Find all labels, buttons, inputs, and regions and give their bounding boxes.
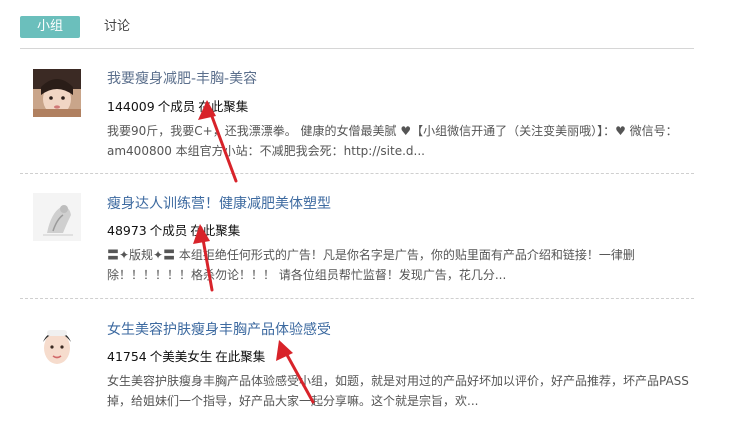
tab-discussion[interactable]: 讨论 xyxy=(104,16,130,38)
group-avatar[interactable] xyxy=(33,193,81,241)
tab-bar: 小组 讨论 xyxy=(20,16,130,38)
group-title-link[interactable]: 女生美容护肤瘦身丰胸产品体验感受 xyxy=(107,319,331,339)
group-description: 女生美容护肤瘦身丰胸产品体验感受小组，如题，就是对用过的产品好坏加以评价，好产品… xyxy=(107,374,689,408)
group-title-link[interactable]: 瘦身达人训练营！健康减肥美体塑型 xyxy=(107,193,331,213)
group-avatar[interactable] xyxy=(33,69,81,117)
member-unit: 个美美女生 xyxy=(149,349,213,364)
group-member-info: 48973 个成员 在此聚集 xyxy=(107,220,240,239)
group-item: 女生美容护肤瘦身丰胸产品体验感受 41754 个美美女生 在此聚集 女生美容护肤瘦身… xyxy=(20,299,694,429)
group-description: 〓✦版规✦〓 本组拒绝任何形式的广告！凡是你名字是广告，你的贴里面有产品介绍和链… xyxy=(107,248,635,282)
member-tail: 在此聚集 xyxy=(215,349,266,364)
member-count: 144009 xyxy=(107,99,155,114)
member-count: 41754 xyxy=(107,349,147,364)
member-unit: 个成员 xyxy=(157,99,196,114)
group-list: 我要瘦身减肥-丰胸-美容 144009 个成员 在此聚集 我要90斤，我要C+，还我… xyxy=(20,49,694,429)
group-description: 我要90斤，我要C+，还我漂漂拳。 健康的女僧最美腻 ♥【小组微信开通了（关注变… xyxy=(107,124,678,158)
group-avatar[interactable] xyxy=(33,320,81,368)
member-unit: 个成员 xyxy=(149,223,188,238)
group-item: 我要瘦身减肥-丰胸-美容 144009 个成员 在此聚集 我要90斤，我要C+，还我… xyxy=(20,49,694,174)
member-tail: 在此聚集 xyxy=(198,99,249,114)
group-item: 瘦身达人训练营！健康减肥美体塑型 48973 个成员 在此聚集 〓✦版规✦〓 本组拒… xyxy=(20,174,694,299)
tab-groups[interactable]: 小组 xyxy=(20,16,80,38)
group-member-info: 41754 个美美女生 在此聚集 xyxy=(107,346,265,365)
group-member-info: 144009 个成员 在此聚集 xyxy=(107,96,248,115)
member-count: 48973 xyxy=(107,223,147,238)
member-tail: 在此聚集 xyxy=(190,223,241,238)
group-title-link[interactable]: 我要瘦身减肥-丰胸-美容 xyxy=(107,68,257,88)
